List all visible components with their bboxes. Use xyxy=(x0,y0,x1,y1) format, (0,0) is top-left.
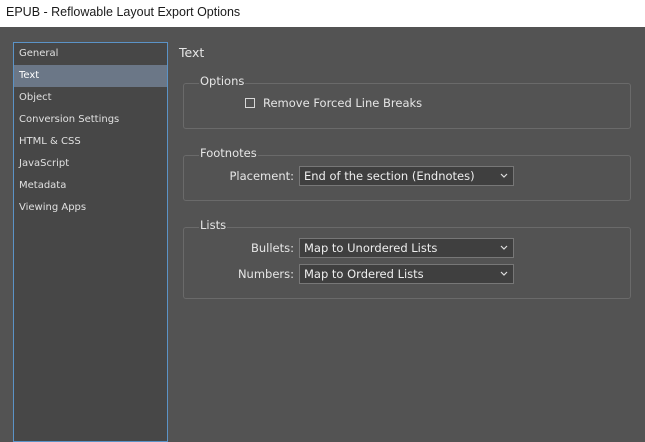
chevron-down-icon xyxy=(500,173,508,178)
bullets-label: Bullets: xyxy=(250,241,294,255)
remove-forced-line-breaks-label[interactable]: Remove Forced Line Breaks xyxy=(263,96,422,110)
placement-value: End of the section (Endnotes) xyxy=(304,169,475,183)
numbers-row: Numbers: Map to Ordered Lists xyxy=(184,264,514,284)
remove-forced-line-breaks-row[interactable]: Remove Forced Line Breaks xyxy=(245,96,422,110)
options-group: Options Remove Forced Line Breaks xyxy=(183,74,631,129)
window-title: EPUB - Reflowable Layout Export Options xyxy=(0,0,645,27)
sidebar-item-conversion-settings[interactable]: Conversion Settings xyxy=(14,109,167,131)
bullets-row: Bullets: Map to Unordered Lists xyxy=(184,238,514,258)
lists-group-title: Lists xyxy=(199,218,228,232)
sidebar-item-text[interactable]: Text xyxy=(14,65,167,87)
footnotes-group: Footnotes Placement: End of the section … xyxy=(183,146,631,201)
numbers-dropdown[interactable]: Map to Ordered Lists xyxy=(299,264,514,284)
sidebar-item-object[interactable]: Object xyxy=(14,87,167,109)
sidebar: General Text Object Conversion Settings … xyxy=(13,42,168,442)
sidebar-item-metadata[interactable]: Metadata xyxy=(14,175,167,197)
numbers-value: Map to Ordered Lists xyxy=(304,267,424,281)
bullets-value: Map to Unordered Lists xyxy=(304,241,438,255)
placement-dropdown[interactable]: End of the section (Endnotes) xyxy=(299,166,514,186)
footnotes-group-title: Footnotes xyxy=(199,146,258,160)
placement-label: Placement: xyxy=(229,169,294,183)
numbers-label: Numbers: xyxy=(237,267,294,281)
sidebar-item-general[interactable]: General xyxy=(14,43,167,65)
placement-row: Placement: End of the section (Endnotes) xyxy=(184,166,514,186)
sidebar-item-html-css[interactable]: HTML & CSS xyxy=(14,131,167,153)
chevron-down-icon xyxy=(500,245,508,250)
bullets-dropdown[interactable]: Map to Unordered Lists xyxy=(299,238,514,258)
chevron-down-icon xyxy=(500,271,508,276)
sidebar-item-javascript[interactable]: JavaScript xyxy=(14,153,167,175)
sidebar-item-viewing-apps[interactable]: Viewing Apps xyxy=(14,197,167,219)
section-heading: Text xyxy=(179,45,205,60)
options-group-title: Options xyxy=(199,74,246,88)
remove-forced-line-breaks-checkbox[interactable] xyxy=(245,98,255,108)
lists-group: Lists Bullets: Map to Unordered Lists Nu… xyxy=(183,218,631,299)
